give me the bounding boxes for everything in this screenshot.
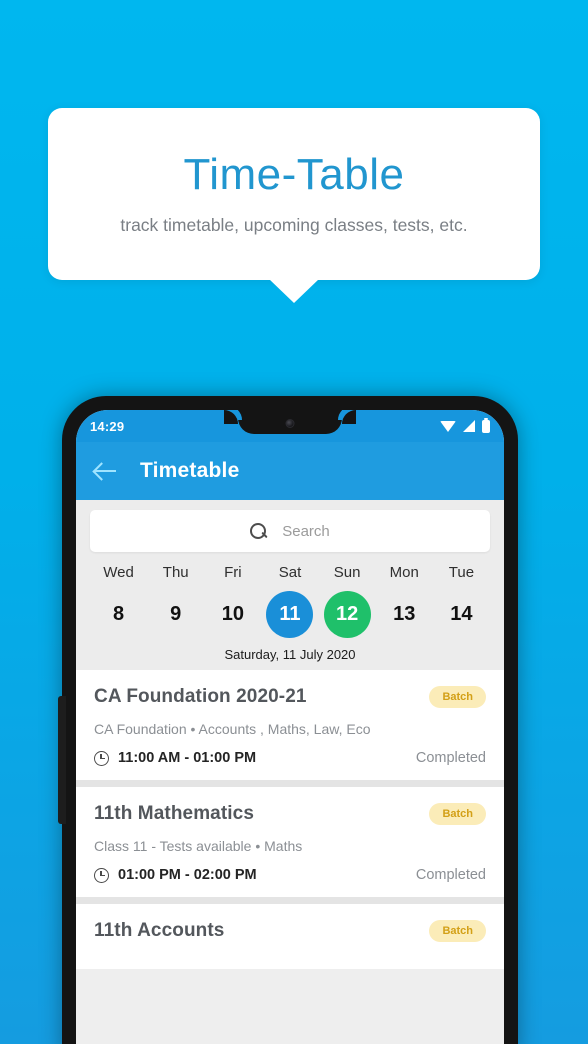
calendar-date-cell[interactable]: 8	[90, 591, 147, 638]
class-card-header: 11th Accounts Batch	[94, 920, 486, 942]
front-camera-icon	[285, 419, 295, 428]
status-bar-icons	[440, 417, 490, 433]
selected-full-date: Saturday, 11 July 2020	[224, 647, 356, 662]
calendar-date: 14	[450, 602, 473, 625]
class-card-footer: 11:00 AM - 01:00 PM Completed	[94, 750, 486, 766]
calendar-day-name: Thu	[162, 564, 189, 581]
calendar-day-name: Wed	[103, 564, 134, 581]
class-status: Completed	[415, 867, 486, 883]
calendar-date-today: 12	[323, 590, 371, 638]
phone-notch	[224, 410, 356, 434]
calendar-date-cell[interactable]: 13	[376, 591, 433, 638]
class-title: 11th Accounts	[94, 920, 225, 941]
calendar-date-cell[interactable]: 12	[319, 590, 376, 638]
back-arrow-icon[interactable]	[94, 459, 118, 483]
calendar-dates: 8 9 10 11 12 13 14	[90, 590, 490, 638]
search-icon	[250, 523, 267, 539]
calendar-date: 9	[170, 602, 182, 625]
phone-screen: 14:29 Timetable Search Wed Thu Fri Sat S…	[76, 410, 504, 1044]
calendar-day-name: Tue	[448, 564, 475, 581]
class-card-footer: 01:00 PM - 02:00 PM Completed	[94, 867, 486, 883]
class-card[interactable]: 11th Mathematics Batch Class 11 - Tests …	[76, 787, 504, 897]
class-status: Completed	[415, 750, 486, 766]
calendar-date: 10	[221, 602, 244, 625]
clock-icon	[94, 867, 109, 883]
calendar-day-name: Fri	[224, 564, 242, 581]
class-card[interactable]: CA Foundation 2020-21 Batch CA Foundatio…	[76, 670, 504, 780]
class-time: 11:00 AM - 01:00 PM	[118, 750, 257, 766]
status-badge: Batch	[429, 920, 486, 942]
header-area: Search Wed Thu Fri Sat Sun Mon Tue 8 9 1…	[76, 500, 504, 670]
class-time-wrap: 11:00 AM - 01:00 PM	[94, 750, 256, 766]
status-badge: Batch	[429, 686, 486, 708]
calendar-date-cell[interactable]: 14	[433, 591, 490, 638]
class-time-wrap: 01:00 PM - 02:00 PM	[94, 867, 257, 883]
calendar-date-cell[interactable]: 9	[147, 591, 204, 638]
class-title: CA Foundation 2020-21	[94, 686, 307, 707]
class-card[interactable]: 11th Accounts Batch	[76, 904, 504, 969]
class-card-header: 11th Mathematics Batch	[94, 803, 486, 825]
promo-title: Time-Table	[183, 150, 405, 200]
status-bar-time: 14:29	[90, 418, 125, 434]
search-input[interactable]: Search	[90, 510, 490, 552]
clock-icon	[94, 750, 109, 766]
class-title: 11th Mathematics	[94, 803, 254, 824]
class-subtitle: Class 11 - Tests available • Maths	[94, 838, 303, 854]
app-bar: Timetable	[76, 442, 504, 500]
wifi-icon	[440, 420, 456, 432]
class-subtitle: CA Foundation • Accounts , Maths, Law, E…	[94, 721, 371, 737]
class-time: 01:00 PM - 02:00 PM	[118, 867, 257, 883]
calendar-date: 8	[113, 602, 125, 625]
calendar-day-name: Mon	[389, 564, 419, 581]
page-title: Timetable	[140, 459, 240, 482]
calendar-day-name: Sat	[278, 564, 302, 581]
promo-subtitle: track timetable, upcoming classes, tests…	[120, 214, 468, 235]
phone-mockup: 14:29 Timetable Search Wed Thu Fri Sat S…	[58, 396, 518, 1044]
calendar-date: 13	[393, 602, 416, 625]
class-card-header: CA Foundation 2020-21 Batch	[94, 686, 486, 708]
phone-side-button	[58, 696, 66, 824]
battery-icon	[482, 417, 490, 433]
search-placeholder: Search	[282, 522, 330, 540]
signal-icon	[463, 420, 475, 432]
status-bar: 14:29	[76, 410, 504, 442]
calendar-day-name: Sun	[333, 564, 361, 581]
class-list[interactable]: CA Foundation 2020-21 Batch CA Foundatio…	[76, 670, 504, 969]
calendar-date-cell[interactable]: 10	[204, 591, 261, 638]
calendar-date-cell[interactable]: 11	[261, 590, 318, 638]
promo-callout-pointer	[269, 279, 319, 303]
promo-callout: Time-Table track timetable, upcoming cla…	[48, 108, 540, 280]
status-badge: Batch	[429, 803, 486, 825]
calendar-date-selected: 11	[266, 590, 314, 638]
calendar-day-names: Wed Thu Fri Sat Sun Mon Tue	[90, 564, 490, 582]
